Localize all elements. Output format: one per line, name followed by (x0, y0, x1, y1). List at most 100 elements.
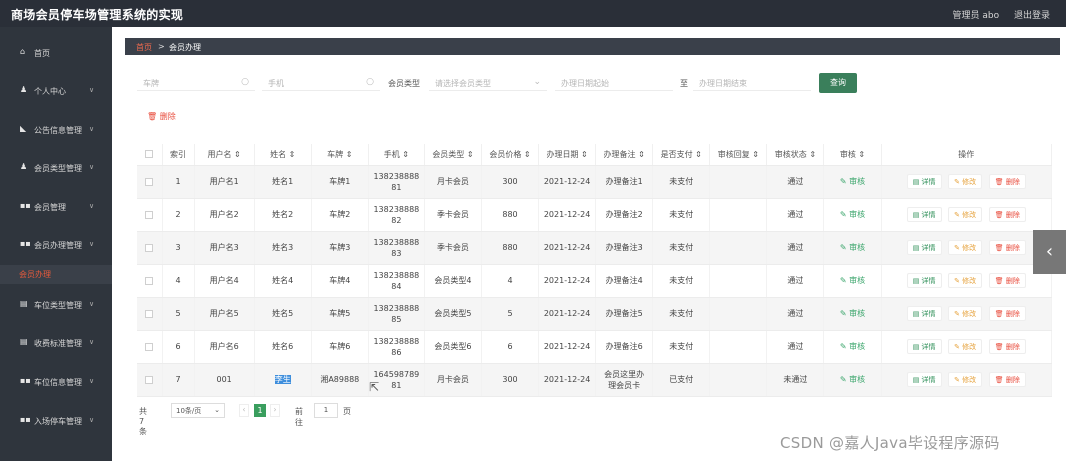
audit-link[interactable]: ✎ 审核 (840, 177, 865, 186)
sidebar-item-space-type[interactable]: ▤ 车位类型管理 ∨ (0, 295, 112, 315)
audit-label: 审核 (849, 177, 866, 186)
col-member-type[interactable]: 会员类型 ⇕ (424, 144, 482, 166)
row-checkbox[interactable] (137, 198, 163, 232)
delete-button[interactable]: 🗑 删除 (988, 306, 1026, 321)
detail-button[interactable]: ▤ 详情 (906, 240, 942, 255)
row-checkbox[interactable] (137, 363, 163, 397)
cell-audit: ✎ 审核 (823, 231, 882, 265)
cell-actions: ▤ 详情 ✎ 修改 🗑 删除 (881, 330, 1053, 364)
edit-label: 修改 (962, 244, 977, 252)
sidebar-item-member[interactable]: ▪▪ 会员管理 ∨ (0, 197, 112, 217)
col-handle-note[interactable]: 办理备注 ⇕ (595, 144, 654, 166)
cell-date: 2021-12-24 (538, 165, 597, 199)
col-plate[interactable]: 车牌 ⇕ (311, 144, 369, 166)
sidebar-item-member-handle[interactable]: ▪▪ 会员办理管理 ∨ (0, 235, 112, 255)
end-date-input[interactable]: 办理日期结束 (693, 75, 811, 91)
plate-search-input[interactable]: 车牌 ○ (137, 75, 255, 91)
cell-plate: 湘A89888 (311, 363, 369, 397)
delete-button[interactable]: 🗑 删除 (988, 273, 1026, 288)
detail-button[interactable]: ▤ 详情 (906, 207, 942, 222)
col-username[interactable]: 用户名 ⇕ (194, 144, 255, 166)
row-checkbox[interactable] (137, 264, 163, 298)
row-checkbox[interactable] (137, 231, 163, 265)
cell-phone-text: 13823888882 (373, 204, 420, 225)
delete-button[interactable]: 🗑 删除 (988, 207, 1026, 222)
sidebar-item-space-info[interactable]: ▪▪ 车位信息管理 ∨ (0, 372, 112, 392)
sidebar-item-personal-center[interactable]: ♟ 个人中心 ∨ (0, 81, 112, 101)
detail-button[interactable]: ▤ 详情 (906, 339, 942, 354)
cell-audit: ✎ 审核 (823, 165, 882, 199)
col-name[interactable]: 姓名 ⇕ (254, 144, 312, 166)
cell-index: 1 (162, 165, 195, 199)
edit-button[interactable]: ✎ 修改 (948, 207, 983, 222)
sidebar-item-parking-entry[interactable]: ▪▪ 入场停车管理 ∨ (0, 411, 112, 431)
col-audit-status[interactable]: 审核状态 ⇕ (766, 144, 825, 166)
detail-button[interactable]: ▤ 详情 (906, 273, 942, 288)
sidebar-item-home[interactable]: ⌂ 首页 (0, 43, 112, 63)
edit-button[interactable]: ✎ 修改 (948, 372, 983, 387)
start-date-input[interactable]: 办理日期起始 (555, 75, 673, 91)
detail-button[interactable]: ▤ 详情 (906, 306, 942, 321)
table-row: 1 用户名1 姓名1 车牌1 13823888881 月卡会员 300 2021… (137, 165, 1053, 199)
cell-actions: ▤ 详情 ✎ 修改 🗑 删除 (881, 363, 1053, 397)
query-button[interactable]: 查询 (819, 73, 857, 93)
audit-link[interactable]: ✎ 审核 (840, 243, 865, 252)
audit-link[interactable]: ✎ 审核 (840, 342, 865, 351)
col-member-price[interactable]: 会员价格 ⇕ (481, 144, 540, 166)
audit-link[interactable]: ✎ 审核 (840, 375, 865, 384)
delete-label: 删除 (1005, 244, 1020, 252)
detail-button[interactable]: ▤ 详情 (906, 372, 942, 387)
cell-note-text: 会员这里办理会员卡 (604, 369, 645, 390)
search-icon: ○ (366, 77, 374, 87)
row-checkbox[interactable] (137, 330, 163, 364)
side-collapse-button[interactable]: ‹ (1033, 230, 1066, 274)
cell-plate: 车牌6 (311, 330, 369, 364)
delete-button[interactable]: 🗑 删除 (988, 240, 1026, 255)
sidebar-item-member-type[interactable]: ♟ 会员类型管理 ∨ (0, 158, 112, 178)
col-handle-date[interactable]: 办理日期 ⇕ (538, 144, 597, 166)
member-type-select[interactable]: 请选择会员类型 ⌄ (429, 75, 547, 91)
mouse-cursor-icon: ⇱ (369, 380, 380, 394)
current-page-button[interactable]: 1 (254, 404, 266, 417)
audit-link[interactable]: ✎ 审核 (840, 210, 865, 219)
delete-button[interactable]: 🗑 删除 (988, 372, 1026, 387)
audit-link[interactable]: ✎ 审核 (840, 276, 865, 285)
cell-index: 5 (162, 297, 195, 331)
cell-member-type: 会员类型6 (424, 330, 482, 364)
row-checkbox[interactable] (137, 165, 163, 199)
edit-button[interactable]: ✎ 修改 (948, 273, 983, 288)
logout-link[interactable]: 退出登录 (1014, 11, 1050, 21)
col-phone[interactable]: 手机 ⇕ (368, 144, 425, 166)
cell-reply (709, 198, 768, 232)
edit-button[interactable]: ✎ 修改 (948, 306, 983, 321)
phone-search-input[interactable]: 手机 ○ (262, 75, 380, 91)
col-is-paid[interactable]: 是否支付 ⇕ (652, 144, 711, 166)
edit-button[interactable]: ✎ 修改 (948, 339, 983, 354)
next-page-button[interactable]: › (270, 404, 280, 417)
sidebar-item-fee[interactable]: ▤ 收费标准管理 ∨ (0, 333, 112, 353)
row-checkbox[interactable] (137, 297, 163, 331)
cell-phone: 13823888882 (368, 198, 425, 232)
delete-button[interactable]: 🗑 删除 (988, 339, 1026, 354)
col-audit-reply[interactable]: 审核回复 ⇕ (709, 144, 768, 166)
sidebar-subitem-member-handle[interactable]: 会员办理 (0, 265, 112, 284)
cell-date: 2021-12-24 (538, 264, 597, 298)
col-audit[interactable]: 审核 ⇕ (823, 144, 882, 166)
audit-link[interactable]: ✎ 审核 (840, 309, 865, 318)
sidebar-item-label: 会员类型管理 (34, 164, 82, 173)
cell-note: 办理备注3 (595, 231, 654, 265)
batch-delete-button[interactable]: 🗑 删除 (147, 111, 176, 122)
prev-page-button[interactable]: ‹ (239, 404, 249, 417)
select-all-checkbox[interactable] (137, 144, 163, 166)
delete-button[interactable]: 🗑 删除 (988, 174, 1026, 189)
sidebar-item-notice[interactable]: ◣ 公告信息管理 ∨ (0, 120, 112, 140)
edit-button[interactable]: ✎ 修改 (948, 174, 983, 189)
breadcrumb-home[interactable]: 首页 (136, 42, 152, 53)
user-icon: ♟ (20, 85, 28, 94)
goto-page-input[interactable]: 1 (314, 403, 338, 418)
detail-button[interactable]: ▤ 详情 (906, 174, 942, 189)
cell-username: 用户名3 (194, 231, 255, 265)
cell-status: 通过 (766, 264, 825, 298)
edit-button[interactable]: ✎ 修改 (948, 240, 983, 255)
page-size-select[interactable]: 10条/页 ⌄ (171, 403, 225, 418)
